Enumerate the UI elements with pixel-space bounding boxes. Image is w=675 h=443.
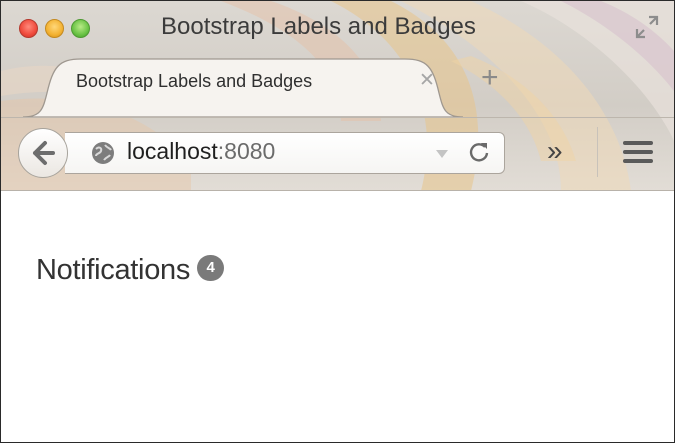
- back-arrow-icon: [33, 141, 55, 165]
- new-tab-button[interactable]: +: [481, 63, 499, 93]
- url-port: :8080: [217, 138, 276, 164]
- page-content: Notifications 4: [1, 191, 674, 442]
- url-text[interactable]: localhost:8080: [127, 138, 275, 165]
- browser-chrome: Bootstrap Labels and Badges Bootstrap La…: [1, 1, 674, 191]
- back-button[interactable]: [18, 128, 68, 178]
- tab-close-button[interactable]: ✕: [419, 69, 435, 92]
- url-host: localhost: [127, 138, 218, 164]
- notification-badge: 4: [197, 255, 225, 282]
- toolbar-separator: [597, 127, 598, 177]
- zoom-window-button[interactable]: [71, 19, 90, 38]
- globe-icon[interactable]: [90, 140, 116, 166]
- tab-label: Bootstrap Labels and Badges: [76, 71, 313, 91]
- tab-strip-border: [1, 117, 674, 118]
- dropmarker-icon[interactable]: [435, 149, 449, 159]
- reload-icon[interactable]: [466, 139, 492, 165]
- fullscreen-icon[interactable]: [633, 13, 661, 41]
- minimize-window-button[interactable]: [45, 19, 64, 38]
- page-heading: Notifications 4: [36, 254, 225, 287]
- overflow-icon[interactable]: »: [547, 137, 563, 165]
- hamburger-menu-icon[interactable]: [623, 141, 653, 163]
- close-window-button[interactable]: [19, 19, 38, 38]
- browser-window: Bootstrap Labels and Badges Bootstrap La…: [0, 0, 675, 443]
- window-title: Bootstrap Labels and Badges: [161, 13, 476, 40]
- heading-text: Notifications: [36, 254, 191, 286]
